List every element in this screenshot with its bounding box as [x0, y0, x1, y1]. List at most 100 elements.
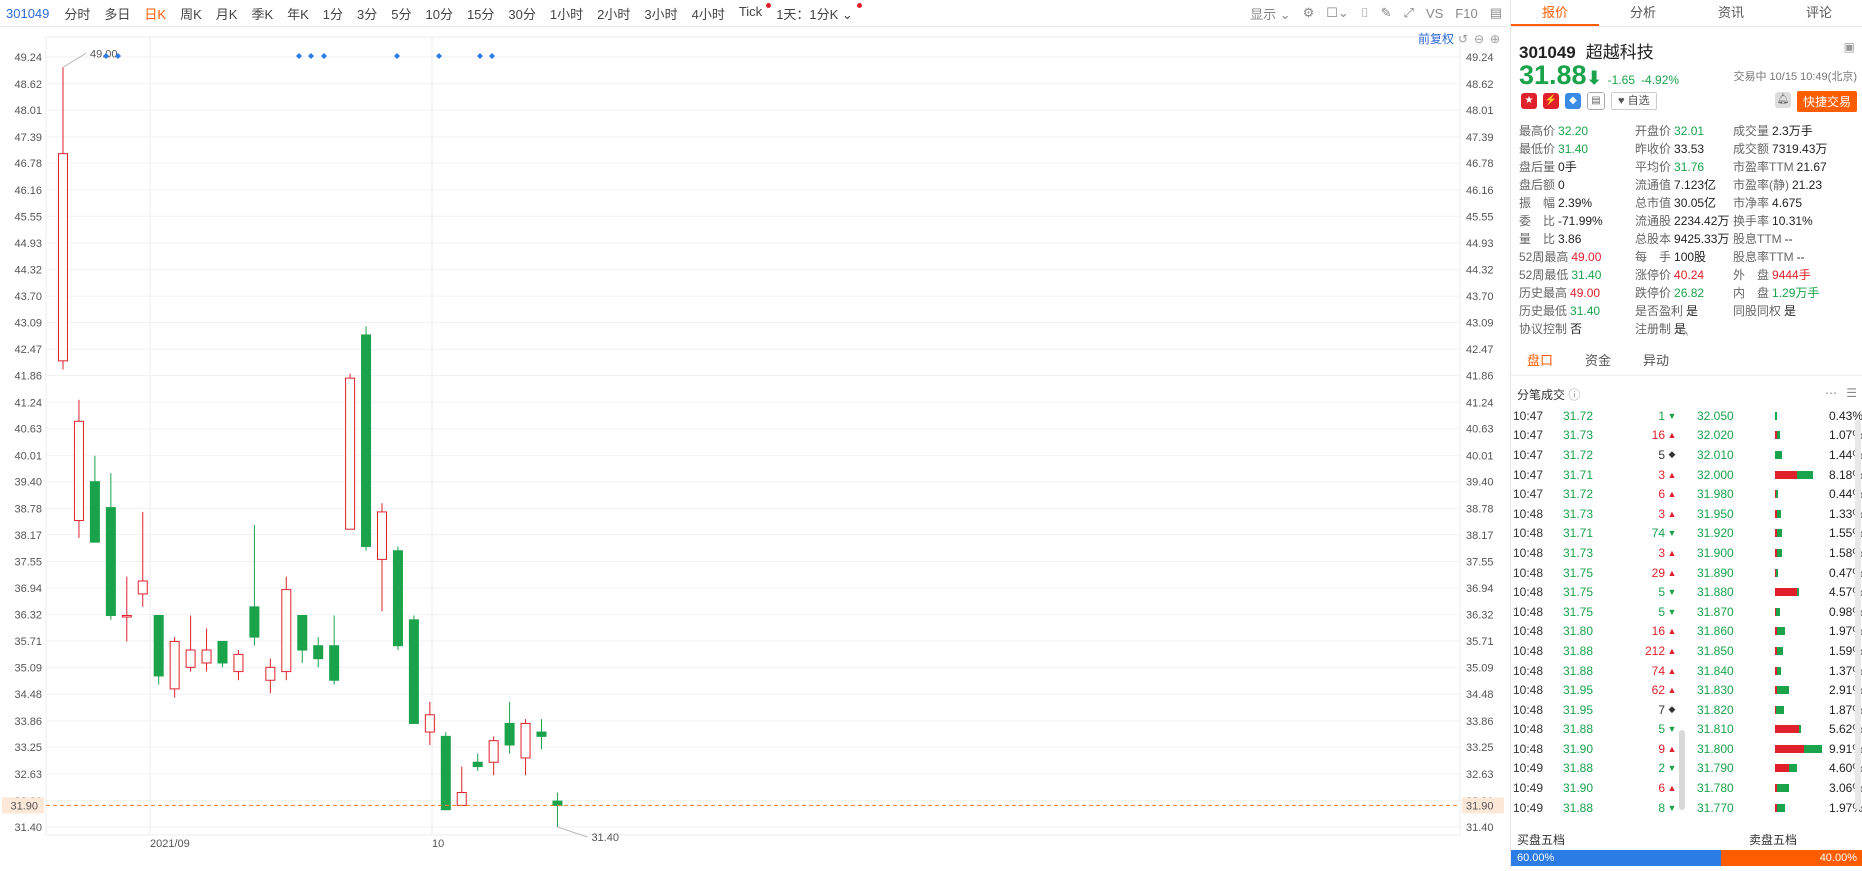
stat-cell: 市盈率(静) 21.23 — [1733, 176, 1849, 194]
buy-volume-bar — [1799, 725, 1802, 734]
order-book-row: 32.010 1.44% — [1691, 445, 1862, 465]
direction-icon: ▼ — [1667, 802, 1677, 813]
draw-icon[interactable]: ✎ — [1381, 5, 1392, 21]
order-book-row: 31.980 0.44% — [1691, 484, 1862, 504]
period-tab-2[interactable]: 日K — [137, 4, 173, 23]
period-tab-0[interactable]: 分时 — [57, 4, 97, 23]
candle-body — [137, 580, 148, 595]
bell-icon[interactable]: 🔔︎ — [1775, 92, 1791, 108]
checkbox-icon[interactable]: ☐⌄ — [1326, 5, 1349, 21]
book-scrollbar[interactable] — [1855, 420, 1861, 810]
period-tab-8[interactable]: 3分 — [350, 4, 384, 23]
period-tab-14[interactable]: 2小时 — [590, 4, 637, 23]
tick-p: 31.88 — [1563, 761, 1594, 776]
tick-v: 7 — [1658, 702, 1665, 717]
order-subtab-2[interactable]: 异动 — [1627, 347, 1685, 375]
bid-ask-summary: 买盘五档 卖盘五档 60.00% 40.00% — [1511, 830, 1862, 868]
stat-cell: 内 盘 1.29万手 — [1733, 284, 1849, 302]
quote-tab-3[interactable]: 评论 — [1775, 0, 1862, 26]
zoom-in-icon[interactable]: ⊕ — [1490, 32, 1500, 46]
period-tab-16[interactable]: 4小时 — [685, 4, 732, 23]
stat-label: 涨停价 — [1635, 268, 1672, 282]
tick-v: 16 — [1651, 624, 1665, 639]
f10-button[interactable]: F10 — [1455, 6, 1477, 21]
settings-icon[interactable]: ⚙ — [1303, 5, 1315, 21]
order-subtab-0[interactable]: 盘口 — [1511, 347, 1569, 375]
tick-t: 10:47 — [1513, 487, 1544, 502]
stat-value: 是 — [1784, 304, 1797, 318]
period-tab-10[interactable]: 10分 — [418, 4, 459, 23]
buy5-label[interactable]: 买盘五档 — [1517, 830, 1565, 850]
note-icon[interactable]: ▤ — [1587, 92, 1605, 110]
period-tab-9[interactable]: 5分 — [384, 4, 418, 23]
volume-bar — [1775, 470, 1823, 479]
period-tab-4[interactable]: 月K — [209, 4, 245, 23]
y-tick-label-left: 34.48 — [14, 689, 42, 701]
list-icon[interactable]: ☰ — [1846, 386, 1857, 400]
zoom-out-icon[interactable]: ⊖ — [1474, 32, 1484, 46]
buy-volume-bar — [1777, 686, 1790, 695]
stat-value: 31.40 — [1570, 304, 1601, 318]
current-price: 31.88 — [1519, 60, 1587, 90]
order-subtab-1[interactable]: 资金 — [1569, 347, 1627, 375]
stat-value: 40.24 — [1674, 268, 1705, 282]
adjustment-toggle[interactable]: 前复权 — [1418, 31, 1454, 46]
display-dropdown[interactable]: 显示 ⌄ — [1250, 4, 1291, 23]
period-tab-3[interactable]: 周K — [173, 4, 209, 23]
stat-label: 52周最高 — [1519, 250, 1569, 264]
quote-tab-0[interactable]: 报价 — [1511, 0, 1599, 26]
order-book-row: 32.050 0.43% — [1691, 406, 1862, 426]
order-book-row: 31.950 1.33% — [1691, 504, 1862, 524]
volume-bar — [1775, 411, 1823, 420]
info-icon[interactable]: ⓘ — [1568, 388, 1580, 402]
buy-volume-bar — [1796, 588, 1799, 597]
sell5-label[interactable]: 卖盘五档 — [1749, 830, 1797, 850]
period-tab-7[interactable]: 1分 — [316, 4, 350, 23]
tag-icon[interactable]: ◆ — [1565, 93, 1581, 109]
add-watchlist-button[interactable]: ♥ 自选 — [1611, 92, 1657, 110]
period-tab-15[interactable]: 3小时 — [637, 4, 684, 23]
quote-tab-2[interactable]: 资讯 — [1687, 0, 1775, 26]
order-book-row: 31.850 1.59% — [1691, 641, 1862, 661]
stat-label: 委 比 — [1519, 214, 1556, 228]
volume-bar — [1775, 627, 1823, 636]
y-tick-label-left: 46.78 — [14, 158, 42, 170]
stat-cell: 最高价 32.20 — [1519, 122, 1635, 140]
order-book-row: 31.770 1.97% — [1691, 798, 1862, 818]
tick-p: 31.72 — [1563, 487, 1594, 502]
down-arrow-icon: ⬇ — [1586, 68, 1602, 88]
candle-body — [392, 550, 403, 647]
vs-button[interactable]: VS — [1426, 6, 1443, 21]
kline-chart[interactable]: 49.24 49.24 48.62 48.62 48.01 48.01 47.39 47.39… — [0, 27, 1508, 868]
more-icon[interactable]: ⋯ — [1825, 386, 1837, 400]
period-tab-11[interactable]: 15分 — [460, 4, 501, 23]
stock-code[interactable]: 301049 — [0, 6, 57, 21]
tick-p: 31.88 — [1563, 800, 1594, 815]
margin-icon[interactable]: ⚡ — [1543, 93, 1559, 109]
period-tab-1[interactable]: 多日 — [97, 4, 137, 23]
kline-svg[interactable]: 49.24 49.24 48.62 48.62 48.01 48.01 47.39 47.39… — [0, 27, 1508, 868]
period-tab-17[interactable]: Tick — [732, 2, 772, 23]
period-tab-5[interactable]: 季K — [244, 4, 280, 23]
collapse-icon[interactable]: ^ — [1683, 330, 1688, 342]
stat-cell: 同股同权是 — [1733, 302, 1849, 320]
fullscreen-icon[interactable]: ⤢ — [1404, 5, 1414, 21]
period-tab-12[interactable]: 30分 — [501, 4, 542, 23]
period-tab-13[interactable]: 1小时 — [543, 4, 590, 23]
tick-scrollbar[interactable] — [1679, 730, 1685, 810]
quick-trade-button[interactable]: 快捷交易 — [1796, 91, 1857, 112]
tick-row: 10:47 31.72 5 ◆ — [1513, 445, 1683, 465]
edit-icon[interactable]: ▤ — [1490, 5, 1502, 21]
y-tick-label-right: 41.24 — [1466, 397, 1494, 409]
reset-icon[interactable]: ↺ — [1458, 32, 1468, 46]
y-tick-label-left: 44.93 — [14, 238, 42, 250]
camera-icon[interactable]: ⌷ — [1361, 5, 1369, 21]
layout-icon[interactable]: ▣ — [1844, 40, 1855, 54]
tick-row: 10:48 31.71 74 ▼ — [1513, 524, 1683, 544]
book-price: 31.770 — [1697, 800, 1734, 815]
quote-tab-1[interactable]: 分析 — [1599, 0, 1687, 26]
period-tab-6[interactable]: 年K — [280, 4, 316, 23]
tick-p: 31.75 — [1563, 585, 1594, 600]
stat-label: 每 手 — [1635, 250, 1672, 264]
period-tab-18[interactable]: 1天：1分K ⌄ — [769, 2, 862, 23]
